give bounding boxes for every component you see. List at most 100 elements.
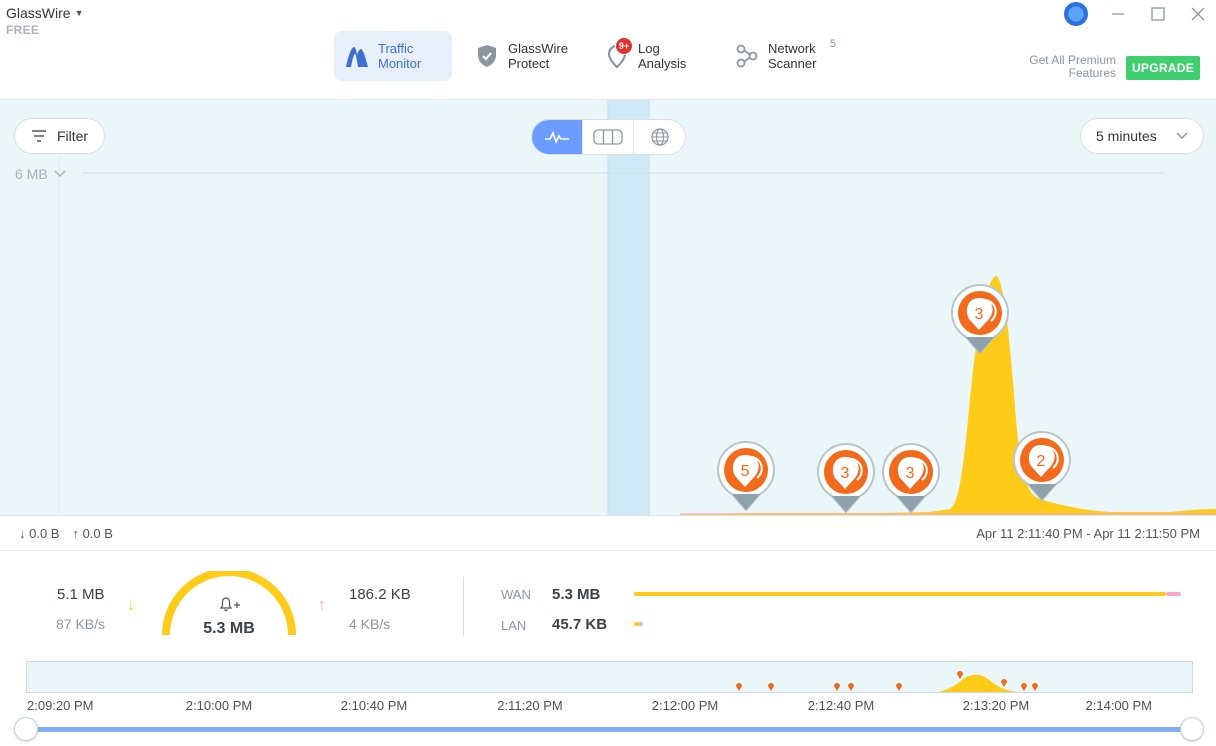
tab-label-line2: Protect	[508, 56, 550, 71]
traffic-graph[interactable]: 5 3 3 3 2 Filter 5 minutes 6 MB	[0, 100, 1216, 515]
selection-info-bar: ↓ 0.0 B ↑ 0.0 B Apr 11 2:11:40 PM - Apr …	[0, 515, 1216, 551]
tab-network-scanner[interactable]: Network Scanner 5	[724, 31, 842, 81]
graph-scale-select[interactable]: 6 MB	[15, 166, 66, 182]
premium-promo: Get All Premium Features	[1024, 54, 1116, 80]
filter-label: Filter	[56, 128, 89, 144]
timeline-marker	[1021, 683, 1027, 691]
tab-log-analysis[interactable]: 9+ Log Analysis	[594, 31, 712, 81]
timeline-marker	[896, 683, 902, 691]
wan-value: 5.3 MB	[552, 586, 601, 603]
network-nodes-icon	[734, 43, 760, 69]
filter-button[interactable]: Filter	[15, 119, 104, 153]
total-usage: 5.3 MB	[203, 620, 255, 637]
notification-badge: 9+	[615, 37, 633, 55]
lan-value: 45.7 KB	[552, 616, 608, 633]
time-range-select[interactable]: 5 minutes	[1081, 119, 1203, 153]
traffic-monitor-icon	[344, 43, 370, 69]
tab-label-line2: Analysis	[638, 56, 687, 71]
timeline-tick-label: 2:11:20 PM	[497, 698, 563, 713]
split-view-button[interactable]	[583, 120, 634, 154]
wave-icon	[545, 130, 569, 144]
tab-label-line1: GlassWire	[508, 41, 568, 56]
timeline-marker	[957, 671, 963, 679]
timeline-marker	[736, 683, 742, 691]
tab-label-line2: Scanner	[768, 56, 817, 71]
graph-view-button[interactable]	[532, 120, 583, 154]
main-nav: Traffic Monitor GlassWire Protect 9+ Log…	[334, 31, 854, 81]
tab-label-line1: Network	[768, 41, 816, 56]
upgrade-button[interactable]: UPGRADE	[1126, 56, 1200, 80]
tab-label-line1: Log	[638, 41, 660, 56]
upload-total: 186.2 KB	[349, 586, 411, 603]
alert-marker-count: 2	[1037, 453, 1046, 470]
timeline-tick-label: 2:14:00 PM	[1085, 698, 1153, 713]
alert-marker-count: 3	[906, 465, 915, 482]
upload-arrow-icon: ↑	[318, 597, 326, 614]
timeline-tick-label: 2:10:00 PM	[185, 698, 253, 713]
alert-marker[interactable]: 5	[717, 441, 776, 512]
account-avatar[interactable]	[1064, 2, 1088, 26]
timeline-download-area	[937, 674, 1017, 692]
timeline-tick-label: 2:12:40 PM	[807, 698, 875, 713]
alert-marker-count: 5	[741, 463, 750, 480]
traffic-graph-canvas: 5 3 3 3 2	[58, 100, 1216, 515]
shield-check-icon	[474, 43, 500, 69]
timeline-marker	[768, 683, 774, 691]
geo-view-button[interactable]	[634, 120, 685, 154]
alert-marker[interactable]: 3	[882, 443, 941, 514]
wan-download-bar	[634, 592, 1166, 596]
alert-marker-count: 3	[975, 306, 984, 323]
chevron-down-icon	[54, 170, 66, 177]
timeline-tick-label: 2:12:00 PM	[651, 698, 719, 713]
scrubber-handle-left[interactable]	[14, 717, 38, 741]
tab-label-line1: Traffic	[378, 41, 414, 56]
chevron-down-icon	[1176, 132, 1188, 139]
tab-label-line2: Monitor	[378, 56, 422, 71]
minimize-icon[interactable]	[1108, 4, 1128, 24]
lan-upload-bar	[639, 622, 643, 626]
window-controls	[1064, 2, 1208, 26]
timeline-tick-label: 2:09:20 PM	[27, 698, 94, 713]
tab-traffic-monitor[interactable]: Traffic Monitor	[334, 31, 452, 81]
timeline-overview[interactable]	[26, 661, 1193, 693]
lan-label: LAN	[501, 618, 527, 633]
alert-marker-count: 3	[841, 465, 850, 482]
timeline-marker	[1001, 679, 1007, 687]
selection-download: ↓ 0.0 B	[19, 526, 60, 541]
download-total: 5.1 MB	[57, 586, 105, 603]
stats-divider	[463, 577, 464, 637]
log-pin-icon: 9+	[604, 37, 633, 69]
upload-rate: 4 KB/s	[349, 616, 391, 632]
selection-upload: ↑ 0.0 B	[72, 526, 113, 541]
timeline-marker	[834, 683, 840, 691]
timeline-tick-label: 2:10:40 PM	[340, 698, 408, 713]
time-range-value: 5 minutes	[1096, 128, 1157, 144]
globe-icon	[650, 128, 669, 146]
plan-tier: FREE	[6, 23, 40, 37]
close-icon[interactable]	[1188, 4, 1208, 24]
app-header: GlassWire ▼ FREE Traffic Monitor GlassWi…	[0, 0, 1216, 100]
alert-marker[interactable]: 3	[816, 443, 875, 514]
timeline-canvas	[736, 671, 1038, 692]
selection-time-range: Apr 11 2:11:40 PM - Apr 11 2:11:50 PM	[976, 526, 1200, 541]
add-alert-bell-icon[interactable]	[219, 596, 241, 617]
timeline-scrubber[interactable]	[26, 727, 1192, 732]
tab-glasswire-protect[interactable]: GlassWire Protect	[464, 31, 582, 81]
premium-line2: Features	[1068, 66, 1116, 80]
columns-icon	[593, 129, 623, 145]
timeline-tick-label: 2:13:20 PM	[962, 698, 1030, 713]
scrubber-handle-right[interactable]	[1180, 717, 1204, 741]
wan-lan-bars	[634, 592, 1181, 626]
download-arrow-icon: ↓	[127, 597, 135, 614]
timeline-marker	[1032, 683, 1038, 691]
chevron-down-icon[interactable]: ▼	[75, 8, 84, 18]
wan-label: WAN	[501, 587, 531, 602]
wan-upload-bar	[1166, 592, 1181, 596]
brand[interactable]: GlassWire ▼ FREE	[6, 5, 83, 37]
app-name: GlassWire	[6, 5, 71, 21]
graph-scale-value: 6 MB	[15, 166, 48, 182]
filter-icon	[31, 130, 46, 142]
view-mode-toggle	[532, 120, 685, 154]
selection-window	[608, 100, 649, 515]
maximize-icon[interactable]	[1148, 4, 1168, 24]
